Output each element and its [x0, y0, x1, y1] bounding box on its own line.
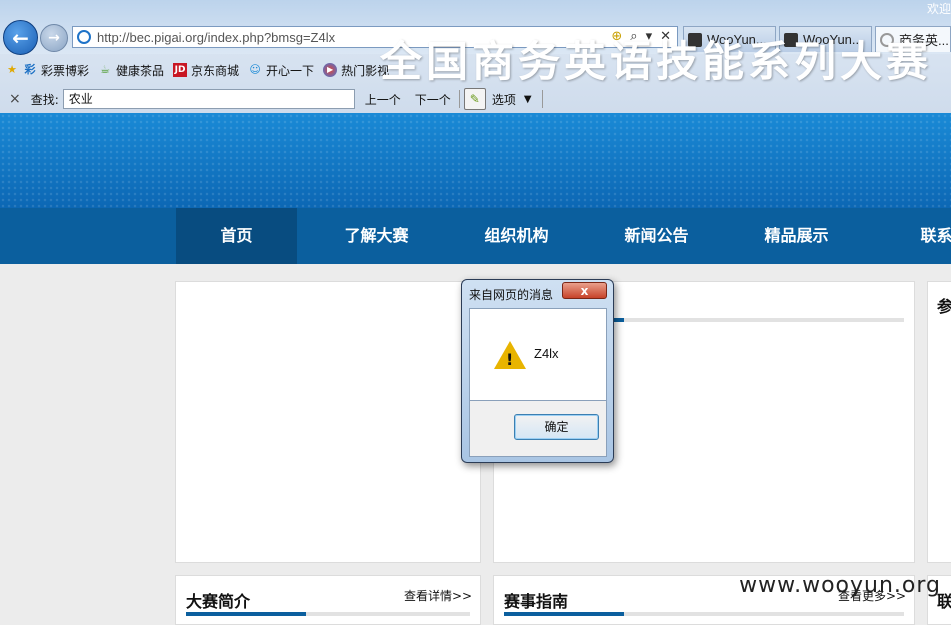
- content-panel-left: [175, 281, 481, 563]
- find-next-button[interactable]: 下一个: [415, 91, 451, 108]
- alert-dialog: 来自网页的消息 x ! Z4lx 确定: [461, 279, 614, 463]
- highlight-pen-icon[interactable]: ✎: [463, 88, 486, 110]
- nav-organization[interactable]: 组织机构: [456, 208, 577, 264]
- nav-news[interactable]: 新闻公告: [596, 208, 717, 264]
- nav-contact[interactable]: 联系: [876, 208, 951, 264]
- dialog-close-button[interactable]: x: [562, 282, 607, 299]
- dialog-body: ! Z4lx: [469, 308, 607, 401]
- jd-icon: JD: [173, 63, 188, 77]
- caipiao-icon: 彩: [24, 63, 36, 76]
- find-close-button[interactable]: ×: [9, 91, 21, 107]
- separator: [458, 90, 460, 108]
- right-panel-title: 参: [937, 297, 951, 316]
- forward-button[interactable]: →: [40, 24, 68, 52]
- warning-mark: !: [506, 350, 514, 369]
- dialog-title: 来自网页的消息: [469, 288, 554, 302]
- favorite-item[interactable]: ☺ 开心一下: [248, 62, 314, 79]
- panel-underline: [186, 612, 470, 616]
- favorite-label: 开心一下: [266, 63, 315, 78]
- panel-underline: [504, 612, 904, 616]
- favorite-label: 彩票博彩: [41, 63, 90, 78]
- favorite-item[interactable]: 彩彩票博彩: [23, 62, 90, 79]
- guide-title: 赛事指南: [504, 592, 569, 611]
- nav-home[interactable]: 首页: [176, 208, 297, 264]
- favorite-item[interactable]: ☕ 健康茶品: [98, 62, 164, 79]
- close-icon: x: [580, 284, 589, 298]
- arrow-left-icon: ←: [12, 25, 29, 50]
- watermark-text: www.wooyun.org: [739, 573, 941, 598]
- nav-about[interactable]: 了解大赛: [316, 208, 437, 264]
- find-prev-button[interactable]: 上一个: [365, 91, 401, 108]
- favorite-item[interactable]: JD 京东商城: [173, 62, 239, 79]
- intro-panel: 大赛简介 查看详情>>: [175, 575, 481, 625]
- find-input[interactable]: 农业: [62, 89, 355, 109]
- smile-icon: ☺: [249, 63, 261, 76]
- back-button[interactable]: ←: [3, 20, 38, 55]
- find-options-button[interactable]: 选项: [492, 91, 516, 108]
- ok-button[interactable]: 确定: [514, 414, 599, 440]
- play-icon: ▶: [323, 63, 338, 77]
- find-label: 查找:: [30, 92, 59, 107]
- favorite-label: 健康茶品: [116, 63, 165, 78]
- address-url[interactable]: http://bec.pigai.org/index.php?bmsg=Z4lx: [97, 30, 335, 45]
- intro-more-link[interactable]: 查看详情>>: [404, 587, 472, 604]
- favorites-star-icon[interactable]: ★: [5, 63, 19, 77]
- favorite-label: 京东商城: [191, 63, 240, 78]
- intro-title: 大赛简介: [186, 592, 251, 611]
- content-panel-right: 参: [927, 281, 951, 563]
- tea-icon: ☕: [100, 63, 110, 76]
- site-title: 全国商务英语技能系列大赛: [380, 37, 933, 86]
- site-banner: [0, 113, 951, 208]
- welcome-text[interactable]: 欢迎: [927, 0, 951, 17]
- chevron-down-icon[interactable]: ▼: [524, 94, 532, 105]
- dialog-message: Z4lx: [534, 346, 559, 361]
- dialog-footer: 确定: [469, 401, 607, 457]
- ie-page-icon: [77, 30, 91, 44]
- arrow-right-icon: →: [48, 30, 60, 46]
- separator: [541, 90, 543, 108]
- find-bar: × 查找: 农业 上一个 下一个 ✎ 选项 ▼: [0, 86, 951, 112]
- nav-showcase[interactable]: 精品展示: [736, 208, 857, 264]
